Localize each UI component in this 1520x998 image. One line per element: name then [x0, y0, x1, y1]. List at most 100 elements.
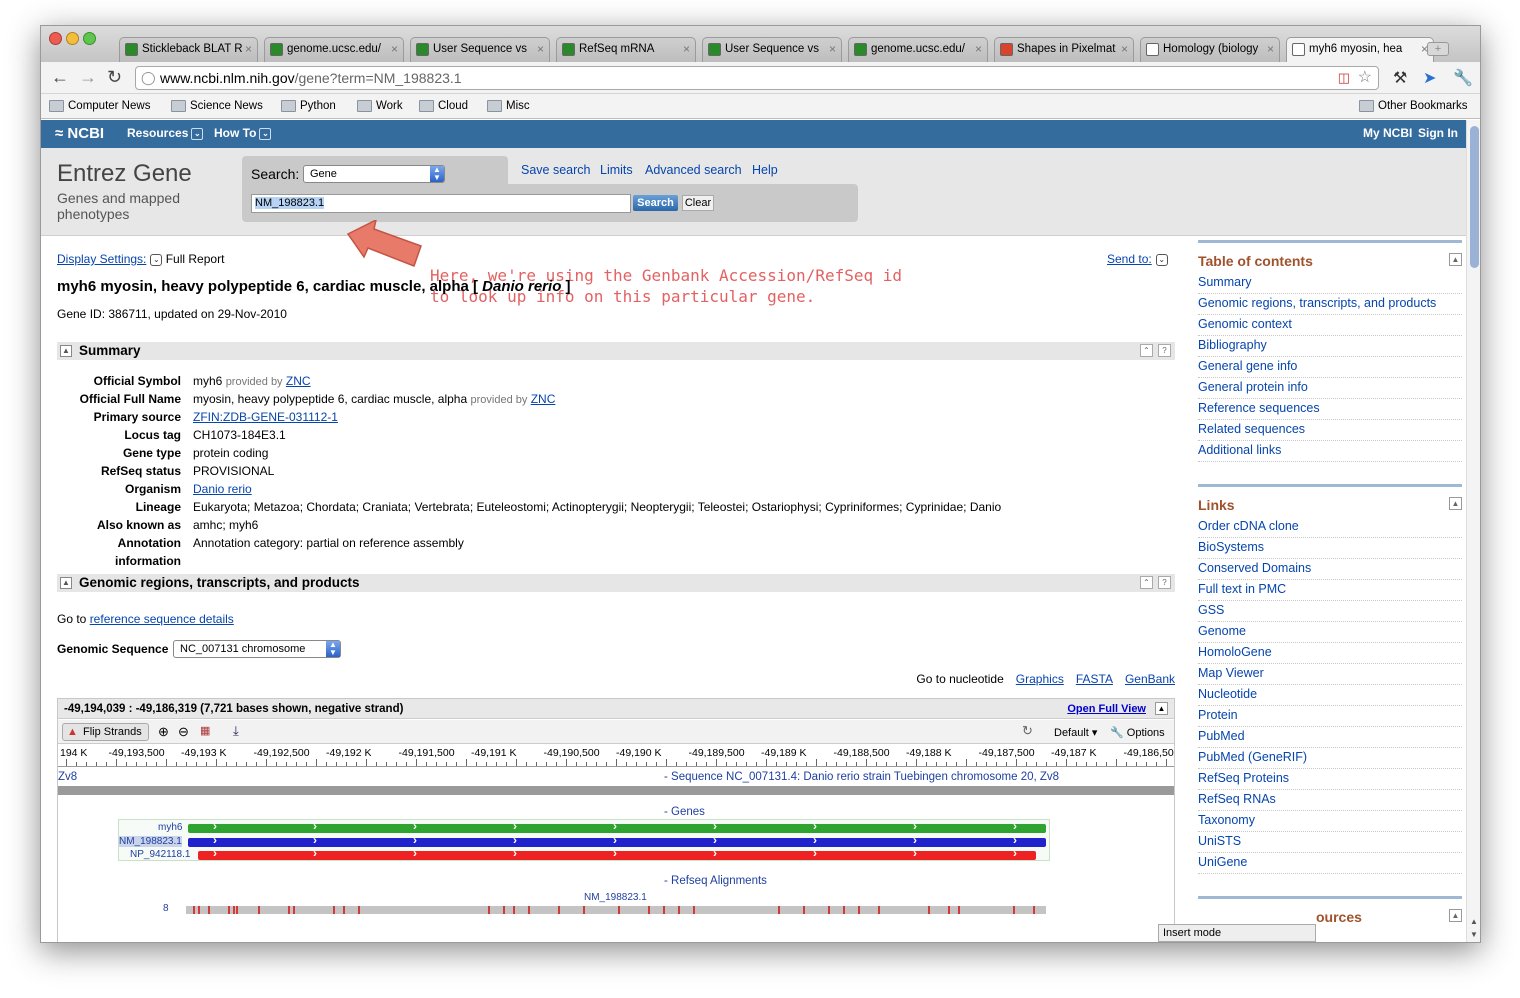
- links-item[interactable]: Conserved Domains: [1198, 559, 1462, 580]
- tab-close-icon[interactable]: ×: [245, 38, 252, 61]
- browser-tab[interactable]: genome.ucsc.edu/ ×: [264, 37, 404, 62]
- toc-item[interactable]: Reference sequences: [1198, 399, 1462, 420]
- advanced-search-link[interactable]: Advanced search: [645, 163, 742, 177]
- links-item[interactable]: Nucleotide: [1198, 685, 1462, 706]
- extension-pointer-icon[interactable]: ➤: [1423, 68, 1436, 88]
- links-item[interactable]: Genome: [1198, 622, 1462, 643]
- search-button[interactable]: Search: [633, 195, 678, 211]
- browser-tab[interactable]: User Sequence vs ×: [410, 37, 550, 62]
- sequence-track-title[interactable]: - Sequence NC_007131.4: Danio rerio stra…: [664, 771, 1059, 783]
- collapse-icon[interactable]: ▲: [60, 345, 72, 357]
- summary-link[interactable]: ZNC: [531, 392, 556, 406]
- bookmark-folder[interactable]: Misc: [487, 100, 530, 112]
- blocked-popup-icon[interactable]: ◫: [1338, 67, 1350, 89]
- browser-tab[interactable]: User Sequence vs ×: [702, 37, 842, 62]
- browser-tab[interactable]: myh6 myosin, hea ×: [1286, 37, 1434, 62]
- links-item[interactable]: PubMed: [1198, 727, 1462, 748]
- zoom-window-button[interactable]: [83, 32, 96, 45]
- summary-link[interactable]: Danio rerio: [193, 482, 252, 496]
- bookmark-star-icon[interactable]: ☆: [1358, 67, 1372, 89]
- browser-tab[interactable]: genome.ucsc.edu/ ×: [848, 37, 988, 62]
- links-item[interactable]: UniGene: [1198, 853, 1462, 874]
- zoom-out-icon[interactable]: ⊖: [178, 724, 189, 740]
- chevron-down-icon[interactable]: ⌄: [150, 253, 163, 266]
- scroll-up-icon[interactable]: ▲: [1470, 917, 1478, 926]
- download-icon[interactable]: ⤓: [233, 723, 239, 739]
- open-full-view-link[interactable]: Open Full View: [1067, 699, 1146, 719]
- bookmark-folder[interactable]: Science News: [171, 100, 263, 112]
- toc-item[interactable]: Bibliography: [1198, 336, 1462, 357]
- scroll-down-icon[interactable]: ▼: [1470, 930, 1478, 939]
- toc-item[interactable]: General gene info: [1198, 357, 1462, 378]
- toc-item[interactable]: General protein info: [1198, 378, 1462, 399]
- reference-sequence-link[interactable]: reference sequence details: [90, 612, 234, 626]
- genomic-sequence-select[interactable]: NC_007131 chromosome ▲ ▼: [173, 640, 341, 658]
- other-bookmarks[interactable]: Other Bookmarks: [1359, 100, 1467, 112]
- ncbi-logo[interactable]: ≈ NCBI: [55, 125, 104, 142]
- tab-close-icon[interactable]: ×: [1121, 38, 1128, 61]
- scroll-top-icon[interactable]: ⌃: [1140, 576, 1153, 589]
- save-search-link[interactable]: Save search: [521, 163, 590, 177]
- genomic-section-header[interactable]: ▲ Genomic regions, transcripts, and produ…: [57, 574, 1175, 592]
- summary-link[interactable]: ZFIN:ZDB-GENE-031112-1: [193, 410, 338, 424]
- refseq-alignments-title[interactable]: - Refseq Alignments: [664, 875, 767, 887]
- send-to-link[interactable]: Send to:: [1107, 252, 1152, 266]
- help-icon[interactable]: ?: [1158, 344, 1171, 357]
- links-item[interactable]: PubMed (GeneRIF): [1198, 748, 1462, 769]
- toc-item[interactable]: Genomic context: [1198, 315, 1462, 336]
- toc-item[interactable]: Additional links: [1198, 441, 1462, 462]
- links-item[interactable]: Taxonomy: [1198, 811, 1462, 832]
- new-tab-button[interactable]: +: [1427, 42, 1449, 56]
- links-item[interactable]: Map Viewer: [1198, 664, 1462, 685]
- links-item[interactable]: RefSeq RNAs: [1198, 790, 1462, 811]
- tab-close-icon[interactable]: ×: [537, 38, 544, 61]
- collapse-icon[interactable]: ▲: [1449, 497, 1462, 510]
- links-item[interactable]: RefSeq Proteins: [1198, 769, 1462, 790]
- address-bar[interactable]: ◯ www.ncbi.nlm.nih.gov/gene?term=NM_1988…: [135, 66, 1379, 90]
- collapse-icon[interactable]: ▲: [1449, 253, 1462, 266]
- forward-button[interactable]: →: [79, 66, 97, 88]
- minimize-window-button[interactable]: [66, 32, 79, 45]
- zoom-in-icon[interactable]: ⊕: [158, 724, 169, 740]
- tab-close-icon[interactable]: ×: [1267, 38, 1274, 61]
- links-item[interactable]: Order cDNA clone: [1198, 517, 1462, 538]
- links-item[interactable]: Full text in PMC: [1198, 580, 1462, 601]
- search-input[interactable]: NM_198823.1: [251, 194, 631, 213]
- scrollbar-thumb[interactable]: [1470, 126, 1479, 268]
- default-menu[interactable]: Default ▾: [1054, 726, 1097, 739]
- reload-button[interactable]: ↻: [107, 66, 122, 88]
- my-ncbi-link[interactable]: My NCBI: [1363, 126, 1412, 140]
- protein-feature-bar[interactable]: [198, 851, 1036, 860]
- links-item[interactable]: BioSystems: [1198, 538, 1462, 559]
- display-settings-link[interactable]: Display Settings:: [57, 252, 146, 266]
- browser-tab[interactable]: Stickleback BLAT R ×: [119, 37, 258, 62]
- graphics-link[interactable]: Graphics: [1016, 672, 1064, 686]
- wrench-menu-icon[interactable]: 🔧: [1453, 68, 1473, 88]
- browser-tab[interactable]: RefSeq mRNA ×: [556, 37, 696, 62]
- summary-link[interactable]: ZNC: [286, 374, 311, 388]
- help-icon[interactable]: ?: [1158, 576, 1171, 589]
- fasta-link[interactable]: FASTA: [1076, 672, 1113, 686]
- refresh-icon[interactable]: ↻: [1022, 723, 1033, 739]
- options-menu[interactable]: 🔧 Options: [1110, 726, 1165, 739]
- database-select[interactable]: Gene ▲ ▼: [303, 165, 445, 183]
- help-link[interactable]: Help: [752, 163, 778, 177]
- alignment-bar[interactable]: [186, 906, 1046, 914]
- summary-section-header[interactable]: ▲ Summary ⌃?: [57, 342, 1175, 360]
- links-item[interactable]: Protein: [1198, 706, 1462, 727]
- clear-button[interactable]: Clear: [682, 195, 714, 211]
- sequence-icon[interactable]: ▦: [200, 724, 210, 737]
- links-item[interactable]: HomoloGene: [1198, 643, 1462, 664]
- collapse-icon[interactable]: ▲: [60, 577, 72, 589]
- tab-close-icon[interactable]: ×: [829, 38, 836, 61]
- tab-close-icon[interactable]: ×: [683, 38, 690, 61]
- limits-link[interactable]: Limits: [600, 163, 633, 177]
- bookmark-folder[interactable]: Computer News: [49, 100, 150, 112]
- genbank-link[interactable]: GenBank: [1125, 672, 1175, 686]
- sign-in-link[interactable]: Sign In: [1418, 126, 1458, 140]
- close-window-button[interactable]: [49, 32, 62, 45]
- links-item[interactable]: UniSTS: [1198, 832, 1462, 853]
- tab-close-icon[interactable]: ×: [391, 38, 398, 61]
- back-button[interactable]: ←: [51, 66, 69, 88]
- resources-menu[interactable]: Resources ⌄: [127, 126, 204, 140]
